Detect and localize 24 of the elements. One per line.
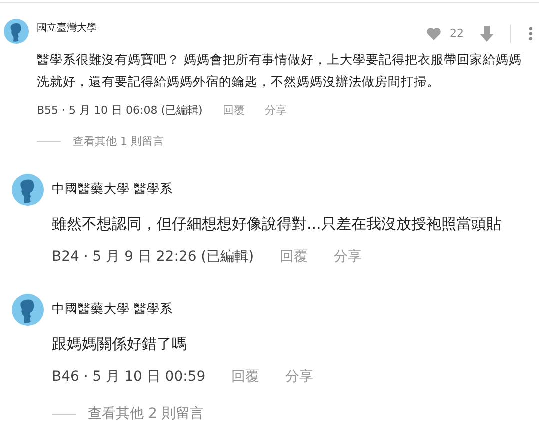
comment-text: 跟媽媽關係好錯了嗎 [52,334,188,354]
comment-meta: B24 · 5 月 9 日 22:26 (已編輯) [52,248,254,267]
author-name: 中國醫藥大學 醫學系 [52,300,174,318]
author-name: 中國醫藥大學 醫學系 [52,180,174,198]
avatar-icon [12,294,44,326]
like-count: 22 [450,26,464,42]
view-more-replies[interactable]: 查看其他 2 則留言 [88,404,204,421]
author-name: 國立臺灣大學 [37,22,98,36]
more-icon[interactable] [529,27,533,41]
reply-link[interactable]: 回覆 [280,246,308,268]
share-link[interactable]: 分享 [264,103,287,120]
comment-text: 雖然不想認同，但仔細想想好像說得對...只差在我沒放授袍照當頭貼 [52,214,502,235]
comment-meta: B55 · 5 月 10 日 06:08 (已編輯) [37,103,203,119]
comment-text: 醫學系很難沒有媽寶吧？ 媽媽會把所有事情做好，上大學要記得把衣服帶回家給媽媽洗就好，還有要記得給媽媽外宿的鑰匙，不然媽媽沒辦法做房間打掃。 [37,51,523,91]
avatar-icon [4,19,29,44]
avatar-icon [12,174,44,206]
share-link[interactable]: 分享 [334,246,362,268]
down-arrow-icon[interactable] [480,26,494,42]
comment-meta: B46 · 5 月 10 日 00:59 [52,368,206,386]
view-more-replies[interactable]: 查看其他 1 則留言 [73,134,164,150]
share-link[interactable]: 分享 [286,366,314,388]
reply-link[interactable]: 回覆 [232,366,260,388]
reply-link[interactable]: 回覆 [222,103,245,120]
heart-icon[interactable] [426,27,442,41]
